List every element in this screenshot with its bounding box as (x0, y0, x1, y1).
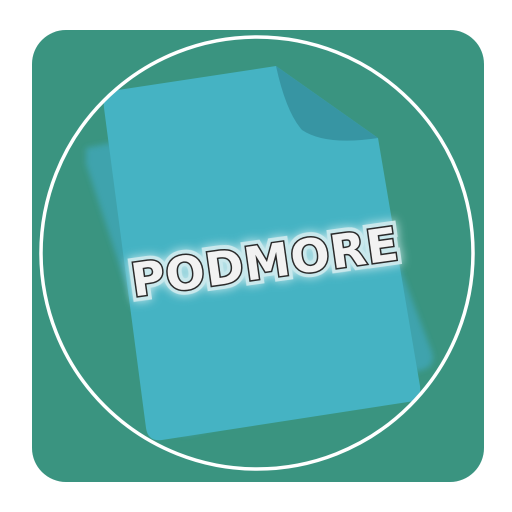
app-icon: PODMORE PODMORE (0, 0, 512, 512)
app-icon-graphic: PODMORE PODMORE (32, 30, 484, 482)
